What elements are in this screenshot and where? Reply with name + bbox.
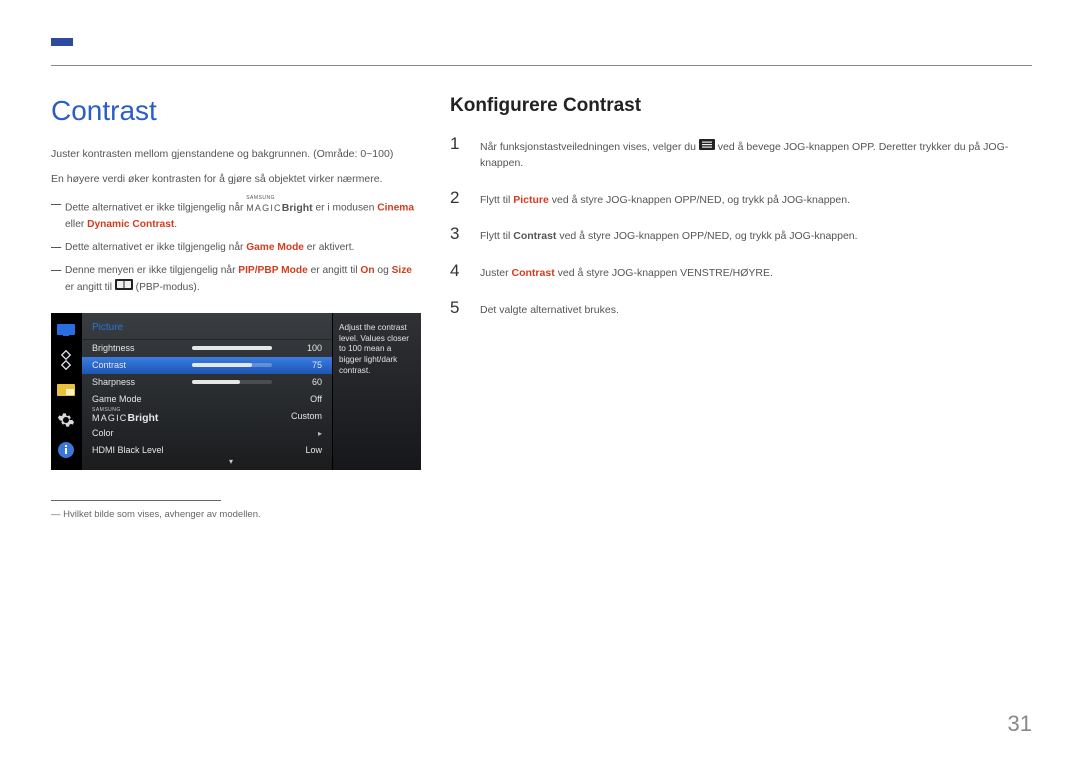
- note-text: Dette alternativet er ikke tilgjengelig …: [65, 197, 421, 232]
- osd-slider-fill: [192, 363, 252, 367]
- step-4: 4 Juster Contrast ved å styre JOG-knappe…: [450, 262, 1040, 282]
- osd-main-panel: Picture Brightness 100 Contrast 75 Sharpness…: [81, 313, 333, 470]
- osd-row-label: Contrast: [92, 360, 192, 370]
- dash-icon: ―: [51, 240, 65, 255]
- osd-nav-pip-icon: [51, 375, 81, 405]
- osd-row: SAMSUNGMAGICBright Custom: [82, 408, 332, 425]
- step-number: 3: [450, 225, 462, 245]
- osd-panel-title: Picture: [82, 319, 332, 340]
- step-1: 1 Når funksjonstastveiledningen vises, v…: [450, 135, 1040, 172]
- osd-row: Sharpness 60: [82, 374, 332, 391]
- footnote-rule: [51, 500, 221, 501]
- header-rule: [51, 65, 1032, 66]
- osd-description-panel: Adjust the contrast level. Values closer…: [333, 313, 421, 470]
- osd-nav-settings-icon: [51, 405, 81, 435]
- step-2: 2 Flytt til Picture ved å styre JOG-knap…: [450, 189, 1040, 209]
- osd-row-label: Game Mode: [92, 394, 192, 404]
- note-text: Dette alternativet er ikke tilgjengelig …: [65, 240, 354, 255]
- chevron-right-icon: ▸: [318, 429, 322, 438]
- osd-row-label: HDMI Black Level: [92, 445, 192, 455]
- step-text: Flytt til Contrast ved å styre JOG-knapp…: [480, 225, 858, 245]
- osd-slider-track: [192, 346, 272, 350]
- osd-sidebar: [51, 313, 81, 470]
- dash-icon: ―: [51, 263, 65, 295]
- intro-para-1: Juster kontrasten mellom gjenstandene og…: [51, 147, 421, 162]
- header-accent-bar: [51, 38, 73, 46]
- osd-slider-track: [192, 380, 272, 384]
- samsung-magic-bright-label: SAMSUNGMAGICBright: [246, 197, 312, 216]
- samsung-magic-bright-label: SAMSUNGMAGICBright: [92, 409, 158, 425]
- osd-slider-fill: [192, 346, 272, 350]
- note-item-2: ― Dette alternativet er ikke tilgjengeli…: [51, 240, 421, 255]
- left-column: Contrast Juster kontrasten mellom gjenst…: [51, 95, 421, 520]
- step-number: 4: [450, 262, 462, 282]
- osd-nav-picture-icon: [51, 315, 81, 345]
- intro-para-2: En høyere verdi øker kontrasten for å gj…: [51, 172, 421, 187]
- osd-slider-track: [192, 363, 272, 367]
- osd-row: Color ▸: [82, 425, 332, 442]
- step-text: Når funksjonstastveiledningen vises, vel…: [480, 135, 1040, 172]
- step-3: 3 Flytt til Contrast ved å styre JOG-kna…: [450, 225, 1040, 245]
- osd-row-value: Low: [305, 445, 322, 455]
- osd-row: HDMI Black Level Low: [82, 442, 332, 459]
- note-item-3: ― Denne menyen er ikke tilgjengelig når …: [51, 263, 421, 295]
- menu-icon: [699, 139, 715, 156]
- osd-row-label: SAMSUNGMAGICBright: [92, 409, 192, 425]
- osd-row-value: 60: [282, 377, 322, 387]
- osd-screenshot: Picture Brightness 100 Contrast 75 Sharpness…: [51, 313, 421, 470]
- step-text: Flytt til Picture ved å styre JOG-knappe…: [480, 189, 850, 209]
- step-5: 5 Det valgte alternativet brukes.: [450, 299, 1040, 319]
- osd-row-value: Off: [310, 394, 322, 404]
- right-column: Konfigurere Contrast 1 Når funksjonstast…: [450, 95, 1040, 336]
- osd-slider-fill: [192, 380, 240, 384]
- osd-row-label: Sharpness: [92, 377, 192, 387]
- osd-row-value: Custom: [291, 411, 322, 421]
- osd-nav-screen-icon: [51, 345, 81, 375]
- section-title: Contrast: [51, 95, 421, 127]
- osd-row-label: Color: [92, 428, 192, 438]
- osd-nav-info-icon: [51, 435, 81, 465]
- dash-icon: ―: [51, 197, 65, 232]
- pbp-mode-icon: [115, 279, 133, 295]
- osd-row: Game Mode Off: [82, 391, 332, 408]
- step-text: Det valgte alternativet brukes.: [480, 299, 619, 319]
- subsection-title: Konfigurere Contrast: [450, 95, 1040, 117]
- osd-row-label: Brightness: [92, 343, 192, 353]
- osd-row: Contrast 75: [82, 357, 332, 374]
- step-number: 1: [450, 135, 462, 172]
- osd-row-value: 75: [282, 360, 322, 370]
- note-item-1: ― Dette alternativet er ikke tilgjengeli…: [51, 197, 421, 232]
- page-number: 31: [1008, 711, 1032, 737]
- osd-row: Brightness 100: [82, 340, 332, 357]
- notes-list: ― Dette alternativet er ikke tilgjengeli…: [51, 197, 421, 294]
- step-number: 5: [450, 299, 462, 319]
- osd-scroll-down-icon: ▾: [229, 457, 233, 466]
- step-text: Juster Contrast ved å styre JOG-knappen …: [480, 262, 773, 282]
- footnote-text: ― Hvilket bilde som vises, avhenger av m…: [51, 509, 421, 520]
- note-text: Denne menyen er ikke tilgjengelig når PI…: [65, 263, 421, 295]
- step-number: 2: [450, 189, 462, 209]
- osd-row-value: 100: [282, 343, 322, 353]
